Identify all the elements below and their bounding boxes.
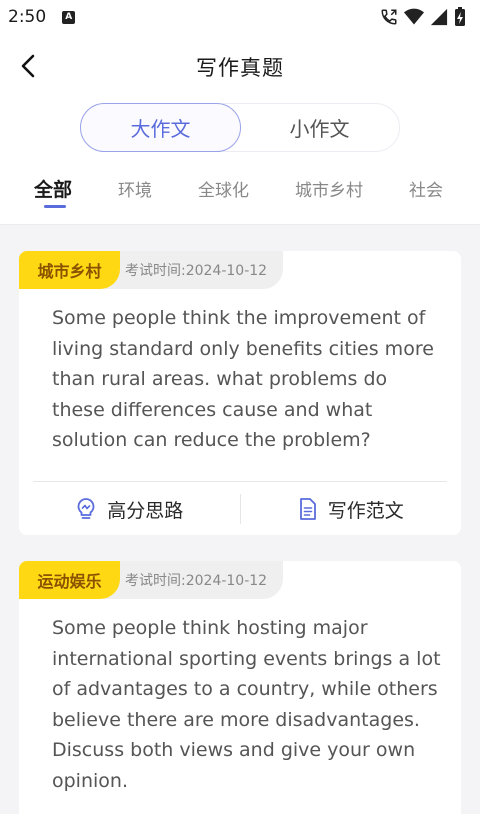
status-time: 2:50	[8, 7, 47, 27]
segment-task1[interactable]: 小作文	[240, 104, 399, 151]
essay-type-switch: 大作文 小作文	[80, 103, 400, 152]
tab-urban-rural[interactable]: 城市乡村	[295, 166, 363, 201]
question-card[interactable]: 城市乡村 考试时间:2024-10-12 Some people think t…	[19, 251, 461, 535]
tab-all[interactable]: 全部	[34, 166, 72, 208]
tab-environment[interactable]: 环境	[118, 166, 152, 201]
sample-essay-label: 写作范文	[327, 499, 404, 522]
category-tag: 城市乡村	[19, 251, 120, 289]
back-button[interactable]	[12, 50, 44, 82]
exam-date: 考试时间:2024-10-12	[99, 561, 284, 599]
battery-charging-icon	[455, 7, 465, 26]
document-icon	[299, 498, 316, 520]
status-bar: 2:50 A	[0, 0, 480, 34]
page-title: 写作真题	[196, 56, 284, 80]
lightbulb-icon	[77, 498, 95, 519]
ideas-label: 高分思路	[107, 499, 184, 522]
signal-icon	[430, 8, 448, 26]
card-actions: 高分思路 写作范文	[19, 482, 461, 535]
call-forward-icon	[381, 9, 397, 25]
tab-society[interactable]: 社会	[409, 166, 443, 201]
question-card[interactable]: 运动娱乐 考试时间:2024-10-12 Some people think h…	[19, 561, 461, 831]
wifi-icon	[404, 8, 424, 25]
question-text: Some people think hosting major internat…	[52, 617, 441, 792]
question-list: 城市乡村 考试时间:2024-10-12 Some people think t…	[0, 224, 480, 831]
ideas-button[interactable]: 高分思路	[19, 496, 240, 523]
tab-globalization[interactable]: 全球化	[198, 166, 249, 201]
notification-a-icon: A	[62, 10, 76, 24]
question-text: Some people think the improvement of liv…	[52, 307, 434, 452]
sample-essay-button[interactable]: 写作范文	[241, 496, 462, 523]
exam-date: 考试时间:2024-10-12	[99, 251, 284, 289]
category-tabs: 全部 环境 全球化 城市乡村 社会	[0, 166, 480, 224]
app-header: 写作真题	[0, 34, 480, 100]
category-tag: 运动娱乐	[19, 561, 120, 599]
segment-task2[interactable]: 大作文	[80, 103, 241, 152]
chevron-left-icon	[21, 54, 35, 78]
